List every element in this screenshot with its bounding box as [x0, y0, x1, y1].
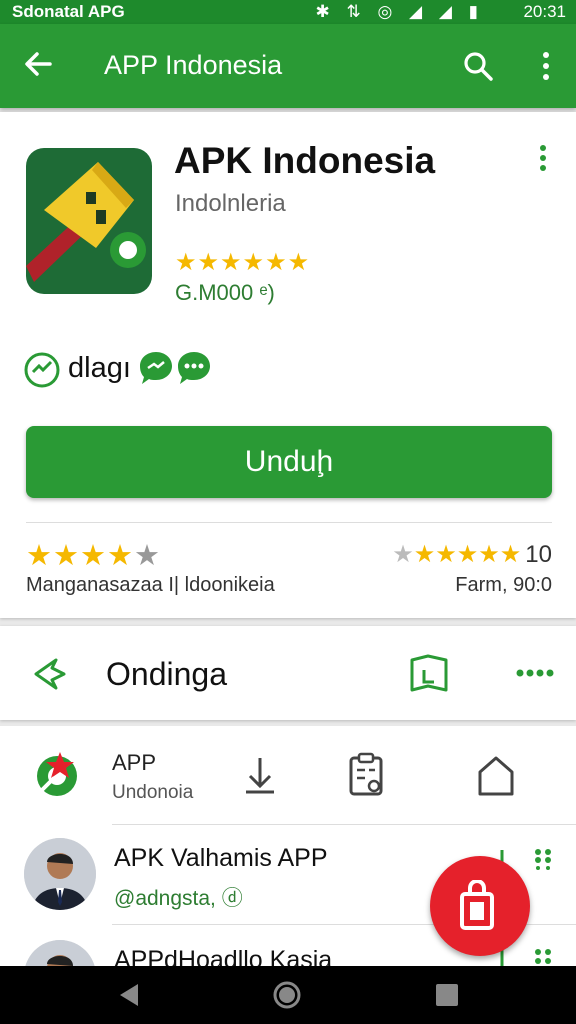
- clipboard-icon[interactable]: [346, 752, 386, 798]
- app-icon: [26, 148, 152, 294]
- list-item-title: APP: [112, 750, 157, 775]
- section-header: Ondinga: [0, 626, 576, 720]
- rating-stars-left: ★★★★★: [26, 538, 161, 573]
- person-avatar-icon: [24, 838, 96, 910]
- list-item-subtitle: Undonoia: [112, 782, 194, 803]
- list-item-title: APPdHoadllo Kasia: [114, 946, 333, 966]
- home-icon[interactable]: [476, 754, 516, 798]
- chat-bubble-icon: [140, 352, 172, 384]
- nav-recents-icon[interactable]: [432, 980, 462, 1010]
- app-logo-icon: [37, 752, 77, 796]
- message-bubble-icon: [178, 352, 210, 384]
- card-menu-icon[interactable]: [538, 144, 548, 172]
- download-count: G.M000 ᵉ): [175, 280, 275, 305]
- verified-badge-icon: [24, 352, 60, 388]
- rating-stars-right: ★★★★★★ 10: [392, 540, 552, 569]
- drag-handle-icon[interactable]: [534, 848, 552, 870]
- app-name: APK Indonesia: [174, 140, 436, 181]
- rating-right-label: Farm, 90:0: [455, 574, 552, 596]
- rating-stars-filled: ★★★★: [26, 540, 134, 572]
- list-item-subtitle[interactable]: @adngsta, ⓓ: [114, 882, 243, 912]
- overflow-menu-icon[interactable]: [540, 50, 552, 82]
- rating-stars-empty: ★: [134, 540, 161, 572]
- avatar: [24, 940, 96, 966]
- shopping-bag-icon: [460, 880, 494, 930]
- avatar: [24, 838, 96, 910]
- list-item-title: APK Valhamis APP: [114, 844, 328, 872]
- list-item[interactable]: APP Undonoia: [0, 726, 576, 824]
- download-button[interactable]: Unduḩ: [26, 426, 552, 498]
- back-arrow-icon[interactable]: [22, 48, 54, 80]
- section-label: Ondinga: [106, 656, 227, 692]
- person-avatar-icon: [24, 940, 96, 966]
- app-bar: APP Indonesia: [0, 24, 576, 108]
- floating-action-button[interactable]: [430, 856, 530, 956]
- status-time: 20:31: [523, 2, 566, 21]
- download-arrow-icon[interactable]: [240, 754, 280, 798]
- app-bar-title: APP Indonesia: [104, 50, 283, 80]
- share-icon[interactable]: [30, 654, 70, 694]
- status-icons: ✱ ⇅ ◎ ◢ ◢ ▮: [315, 2, 484, 21]
- rating-number: 10: [525, 541, 552, 568]
- rating-stars-empty: ★: [392, 541, 414, 568]
- rating-stars-filled: ★★★★★: [413, 541, 522, 568]
- search-icon[interactable]: [462, 50, 494, 82]
- system-navigation-bar: [0, 966, 576, 1024]
- carrier-label: Sdonatal APG: [12, 2, 125, 21]
- developer-name[interactable]: Indolnleria: [175, 190, 286, 218]
- divider: [26, 522, 552, 523]
- status-bar: Sdonatal APG ✱ ⇅ ◎ ◢ ◢ ▮ 20:31: [0, 0, 576, 24]
- app-detail-card: APK Indonesia Indolnleria ★★★★★★ G.M000 …: [0, 112, 576, 618]
- nav-back-icon[interactable]: [114, 980, 144, 1010]
- more-horizontal-icon[interactable]: [516, 668, 554, 678]
- drag-handle-icon[interactable]: [534, 948, 552, 966]
- divider: [112, 824, 576, 825]
- app-rating-stars: ★★★★★★: [175, 249, 311, 276]
- badge-label: dlagı: [68, 352, 131, 384]
- rating-left-label: Manganasazaa I| ldoonikeia: [26, 574, 275, 596]
- nav-home-icon[interactable]: [272, 980, 302, 1010]
- bookmark-icon[interactable]: [408, 652, 450, 694]
